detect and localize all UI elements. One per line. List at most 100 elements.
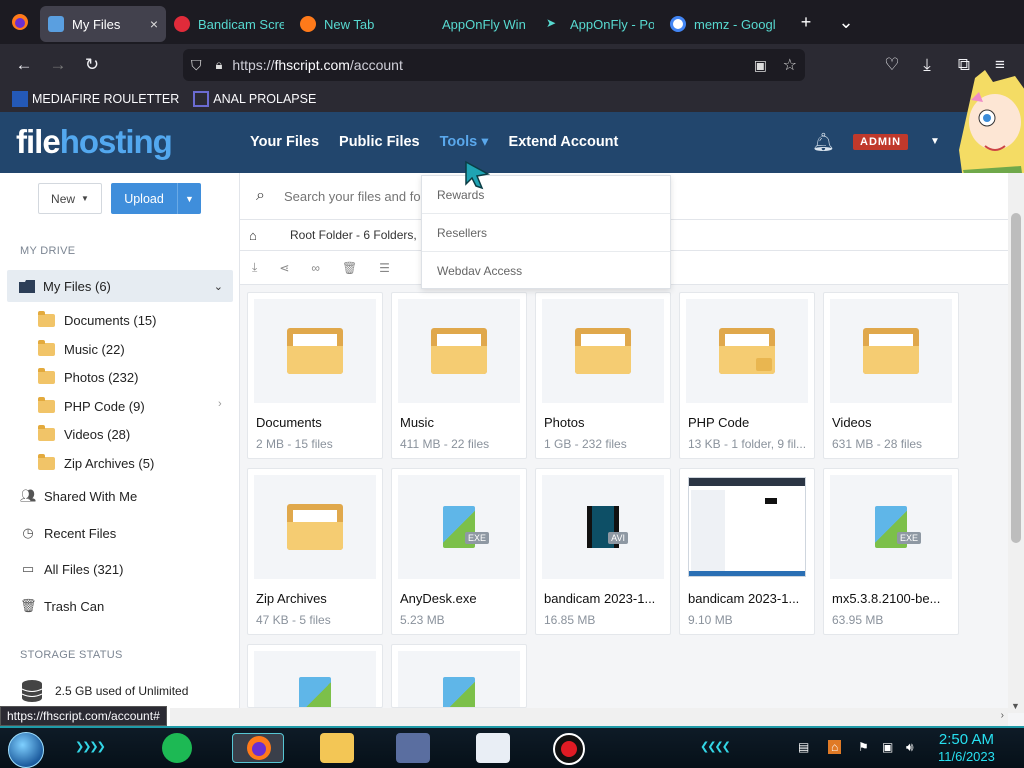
cloud-icon [48, 16, 64, 32]
tray-app-icon[interactable]: ⌂ [828, 740, 842, 754]
list-view-icon[interactable]: ☰ [379, 261, 390, 275]
sidebar-folder-php-code[interactable]: PHP Code (9) [38, 396, 145, 416]
folder-icon [575, 328, 631, 374]
new-tab-button[interactable]: + [786, 12, 826, 33]
text-editor-icon[interactable] [476, 733, 510, 763]
reload-icon[interactable]: ↻ [75, 48, 109, 82]
folder-icon [863, 328, 919, 374]
nav-your-files[interactable]: Your Files [250, 134, 319, 150]
folder-icon [38, 310, 55, 327]
site-logo[interactable]: filehosting [16, 123, 173, 161]
chevron-right-icon[interactable]: › [218, 398, 222, 410]
sidebar-item-my-files[interactable]: My Files (6) ⌄ [7, 270, 233, 302]
pocket-icon[interactable]: ♡ [875, 48, 909, 82]
app-icon[interactable] [396, 733, 430, 763]
lock-icon[interactable]: 🔒︎ [216, 57, 223, 73]
sidebar-folder-music[interactable]: Music (22) [38, 339, 125, 359]
nav-public-files[interactable]: Public Files [339, 134, 420, 150]
tab-my-files[interactable]: My Files × [40, 6, 166, 42]
breadcrumb-path[interactable]: Root Folder - 6 Folders, [290, 228, 417, 242]
tab-apponfly-win[interactable]: AppOnFly Win [422, 6, 538, 42]
shield-icon[interactable]: ⛉ [191, 57, 202, 74]
folder-card-zip-archives[interactable]: Zip Archives 47 KB - 5 files [247, 468, 383, 635]
menu-item-webdav-access[interactable]: Webdav Access [422, 252, 670, 290]
url-text[interactable]: https://fhscript.com/account [232, 57, 402, 73]
sidebar-folder-zip-archives[interactable]: Zip Archives (5) [38, 453, 154, 473]
folder-card-documents[interactable]: Documents 2 MB - 15 files [247, 292, 383, 459]
keyboard-icon[interactable]: ▤ [798, 740, 809, 754]
link-icon[interactable]: ∞ [311, 261, 320, 275]
spotify-icon[interactable] [162, 733, 192, 763]
downloads-icon[interactable]: ⤓ [910, 48, 944, 82]
nav-extend-account[interactable]: Extend Account [509, 134, 619, 150]
video-file-icon: AVI [587, 506, 628, 548]
flag-icon[interactable]: ⚑ [858, 740, 869, 754]
folder-card-photos[interactable]: Photos 1 GB - 232 files [535, 292, 671, 459]
file-card-bandicam-avi[interactable]: AVI bandicam 2023-1... 16.85 MB [535, 468, 671, 635]
admin-badge[interactable]: ADMIN [853, 134, 909, 150]
bookmark-favicon-icon [12, 91, 28, 107]
menu-item-rewards[interactable]: Rewards [422, 176, 670, 214]
file-explorer-icon[interactable] [320, 733, 354, 763]
users-icon: 👥︎ [20, 488, 37, 503]
bookmark-mediafire[interactable]: MEDIAFIRE ROULETTER [12, 91, 179, 107]
trash-icon[interactable]: 🗑︎ [342, 261, 357, 275]
home-icon[interactable]: ⌂ [249, 228, 265, 243]
bell-icon[interactable]: 🔔︎ [812, 132, 835, 153]
forward-arrow-icon[interactable]: → [41, 48, 75, 82]
folder-card-videos[interactable]: Videos 631 MB - 28 files [823, 292, 959, 459]
tab-apponfly-po[interactable]: ➤ AppOnFly - Po [538, 6, 662, 42]
scroll-down-arrow-icon[interactable]: ▼ [1011, 701, 1020, 711]
firefox-taskbar-icon[interactable] [232, 733, 284, 763]
back-arrow-icon[interactable]: ← [7, 48, 41, 82]
upload-button[interactable]: Upload ▼ [111, 183, 201, 214]
sidebar-item-shared[interactable]: 👥︎ Shared With Me [20, 486, 137, 506]
file-card-bandicam-image[interactable]: bandicam 2023-1... 9.10 MB [679, 468, 815, 635]
url-bar[interactable]: ⛉ 🔒︎ https://fhscript.com/account ▣ ☆ [183, 49, 805, 81]
sidebar-item-recent[interactable]: ◷ Recent Files [20, 523, 116, 543]
network-icon[interactable]: ▣ [882, 740, 893, 754]
bandicam-icon[interactable] [553, 733, 585, 765]
sidebar-item-trash[interactable]: 🗑︎ Trash Can [20, 596, 104, 616]
my-drive-heading: MY DRIVE [20, 245, 76, 257]
folder-card-music[interactable]: Music 411 MB - 22 files [391, 292, 527, 459]
file-card-partial[interactable] [391, 644, 527, 708]
download-icon[interactable]: ⤓ [252, 260, 257, 275]
folder-card-php-code[interactable]: PHP Code 13 KB - 1 folder, 9 fil... [679, 292, 815, 459]
menu-item-resellers[interactable]: Resellers [422, 214, 670, 252]
bookmark-anal-prolapse[interactable]: ANAL PROLAPSE [193, 91, 316, 107]
tab-new-tab[interactable]: New Tab [292, 6, 422, 42]
tab-memz[interactable]: memz - Googl [662, 6, 786, 42]
scrollbar-thumb[interactable] [1011, 213, 1021, 543]
speaker-icon[interactable]: 🔊︎ [906, 740, 914, 755]
system-clock[interactable]: 2:50 AM 11/6/2023 [938, 731, 995, 765]
chevron-down-icon[interactable]: ▼ [930, 136, 940, 147]
firefox-menu-icon[interactable] [0, 13, 40, 31]
file-card-mx5[interactable]: EXE mx5.3.8.2100-be... 63.95 MB [823, 468, 959, 635]
sidebar-item-all-files[interactable]: ▭ All Files (321) [20, 559, 124, 579]
screenshot-icon[interactable]: ▣ [754, 57, 767, 74]
sidebar-folder-videos[interactable]: Videos (28) [38, 424, 130, 444]
site-header: filehosting Your Files Public Files Tool… [0, 112, 1024, 173]
sidebar-folder-documents[interactable]: Documents (15) [38, 310, 156, 330]
sidebar: New ▼ Upload ▼ MY DRIVE My Files (6) ⌄ D… [0, 173, 240, 728]
search-icon[interactable]: ⌕ [256, 187, 276, 205]
upload-options-caret-icon[interactable]: ▼ [177, 183, 201, 214]
star-icon[interactable]: ☆ [783, 55, 797, 75]
scroll-right-arrow-icon[interactable]: › [1001, 710, 1004, 721]
horizontal-scrollbar[interactable]: › [170, 708, 1008, 726]
nav-tools[interactable]: Tools ▾ [440, 134, 489, 150]
close-tab-icon[interactable]: × [142, 16, 158, 32]
file-card-anydesk[interactable]: EXE AnyDesk.exe 5.23 MB [391, 468, 527, 635]
share-icon[interactable]: ⋖ [279, 261, 289, 275]
chevron-down-icon[interactable]: ⌄ [214, 280, 223, 293]
list-tabs-button[interactable]: ⌄ [826, 12, 866, 33]
file-card-partial[interactable] [247, 644, 383, 708]
vertical-scrollbar[interactable]: ▼ [1008, 173, 1024, 713]
bookmark-favicon-icon [193, 91, 210, 107]
start-button[interactable] [8, 732, 44, 768]
tab-bandicam[interactable]: Bandicam Scre [166, 6, 292, 42]
new-button[interactable]: New ▼ [38, 183, 102, 214]
exe-file-icon: EXE [443, 506, 489, 548]
sidebar-folder-photos[interactable]: Photos (232) [38, 367, 138, 387]
